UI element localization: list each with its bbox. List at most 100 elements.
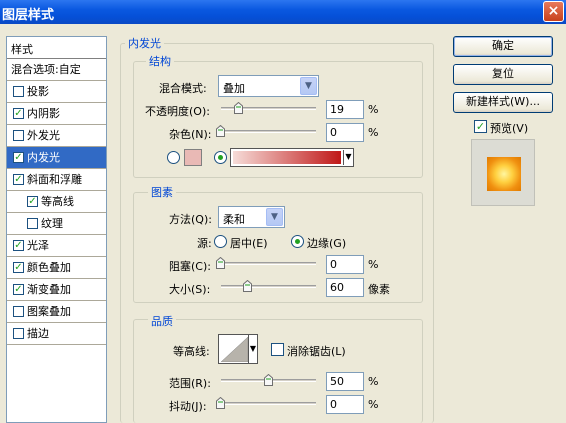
source-edge-label[interactable]: 边缘(G) bbox=[307, 235, 346, 251]
style-item-checkbox[interactable]: ✓ bbox=[13, 152, 24, 163]
close-icon[interactable]: × bbox=[543, 1, 564, 22]
style-item-checkbox[interactable] bbox=[13, 130, 24, 141]
method-value: 柔和 bbox=[223, 213, 245, 226]
style-item-label: 描边 bbox=[27, 327, 49, 340]
choke-slider-thumb[interactable] bbox=[216, 257, 225, 269]
style-item-label: 纹理 bbox=[41, 217, 63, 230]
style-item[interactable]: ✓ 渐变叠加 bbox=[7, 279, 106, 301]
blend-options-label: 混合选项:自定 bbox=[11, 63, 81, 76]
blend-mode-label: 混合模式: bbox=[159, 82, 207, 95]
style-item[interactable]: ✓ 光泽 bbox=[7, 235, 106, 257]
new-style-button[interactable]: 新建样式(W)... bbox=[453, 92, 553, 113]
style-item-checkbox[interactable]: ✓ bbox=[13, 262, 24, 273]
gradient-dropdown-icon[interactable]: ▼ bbox=[343, 150, 353, 165]
style-item-label: 颜色叠加 bbox=[27, 261, 71, 274]
style-item-checkbox[interactable]: ✓ bbox=[13, 240, 24, 251]
style-item[interactable]: ✓ 内阴影 bbox=[7, 103, 106, 125]
noise-slider-track[interactable] bbox=[221, 130, 316, 133]
style-item-checkbox[interactable]: ✓ bbox=[13, 174, 24, 185]
style-item-checkbox[interactable]: ✓ bbox=[27, 196, 38, 207]
style-item[interactable]: 描边 bbox=[7, 323, 106, 345]
range-unit: % bbox=[368, 375, 379, 388]
choke-unit: % bbox=[368, 258, 379, 271]
jitter-slider-thumb[interactable] bbox=[216, 397, 225, 409]
noise-slider-thumb[interactable] bbox=[216, 125, 225, 137]
choke-slider-track[interactable] bbox=[221, 262, 316, 265]
range-label: 范围(R): bbox=[169, 377, 211, 390]
opacity-slider-thumb[interactable] bbox=[234, 102, 243, 114]
contour-preview-icon bbox=[221, 337, 248, 362]
choke-input[interactable]: 0 bbox=[326, 255, 364, 274]
style-item[interactable]: 纹理 bbox=[7, 213, 106, 235]
chevron-down-icon[interactable]: ▼ bbox=[300, 77, 317, 95]
contour-label: 等高线: bbox=[173, 345, 210, 358]
style-item-checkbox[interactable] bbox=[13, 86, 24, 97]
gradient-picker[interactable]: ▼ bbox=[230, 148, 354, 167]
anti-alias-label[interactable]: 消除锯齿(L) bbox=[287, 343, 346, 359]
jitter-unit: % bbox=[368, 398, 379, 411]
size-label: 大小(S): bbox=[169, 283, 211, 296]
style-item-checkbox[interactable]: ✓ bbox=[13, 284, 24, 295]
preview-swatch bbox=[487, 157, 521, 191]
noise-label: 杂色(N): bbox=[169, 128, 212, 141]
style-item-label: 内阴影 bbox=[27, 107, 60, 120]
source-center-radio[interactable] bbox=[214, 235, 227, 248]
jitter-input[interactable]: 0 bbox=[326, 395, 364, 414]
chevron-down-icon[interactable]: ▼ bbox=[266, 208, 283, 226]
style-item[interactable]: 投影 bbox=[7, 81, 106, 103]
range-input[interactable]: 50 bbox=[326, 372, 364, 391]
blend-options-item[interactable]: 混合选项:自定 bbox=[7, 59, 106, 81]
size-slider-track[interactable] bbox=[221, 285, 316, 288]
size-slider-thumb[interactable] bbox=[243, 280, 252, 292]
jitter-slider-track[interactable] bbox=[221, 402, 316, 405]
style-item-label: 图案叠加 bbox=[27, 305, 71, 318]
choke-label: 阻塞(C): bbox=[169, 260, 211, 273]
source-label: 源: bbox=[197, 237, 212, 250]
style-item-label: 斜面和浮雕 bbox=[27, 173, 82, 186]
contour-dropdown-icon[interactable]: ▼ bbox=[248, 335, 257, 363]
gradient-swatch[interactable] bbox=[233, 151, 341, 164]
style-item-checkbox[interactable] bbox=[13, 328, 24, 339]
contour-picker[interactable]: ▼ bbox=[218, 334, 258, 364]
blend-mode-value: 叠加 bbox=[223, 82, 245, 95]
method-label: 方法(Q): bbox=[169, 213, 212, 226]
style-item-checkbox[interactable] bbox=[13, 306, 24, 317]
noise-unit: % bbox=[368, 126, 379, 139]
style-item[interactable]: ✓ 等高线 bbox=[7, 191, 106, 213]
anti-alias-checkbox[interactable] bbox=[271, 343, 284, 356]
window-title: 图层样式 bbox=[2, 8, 55, 23]
size-unit: 像素 bbox=[368, 283, 390, 296]
style-item-checkbox[interactable] bbox=[27, 218, 38, 229]
solid-color-radio[interactable] bbox=[167, 151, 180, 164]
preview-label[interactable]: 预览(V) bbox=[490, 120, 528, 136]
style-item-label: 光泽 bbox=[27, 239, 49, 252]
style-item-checkbox[interactable]: ✓ bbox=[13, 108, 24, 119]
style-item[interactable]: 外发光 bbox=[7, 125, 106, 147]
style-item[interactable]: 图案叠加 bbox=[7, 301, 106, 323]
source-edge-radio[interactable] bbox=[291, 235, 304, 248]
size-input[interactable]: 60 bbox=[326, 278, 364, 297]
noise-input[interactable]: 0 bbox=[326, 123, 364, 142]
quality-title: 品质 bbox=[148, 313, 176, 329]
elements-title: 图素 bbox=[148, 184, 176, 200]
ok-button[interactable]: 确定 bbox=[453, 36, 553, 57]
color-swatch[interactable] bbox=[184, 149, 202, 166]
style-item[interactable]: ✓ 斜面和浮雕 bbox=[7, 169, 106, 191]
gradient-radio[interactable] bbox=[214, 151, 227, 164]
reset-button[interactable]: 复位 bbox=[453, 64, 553, 85]
source-center-label[interactable]: 居中(E) bbox=[230, 235, 268, 251]
style-item[interactable]: ✓ 内发光 bbox=[7, 147, 106, 169]
method-select[interactable]: 柔和 ▼ bbox=[218, 206, 285, 228]
preview-thumbnail bbox=[471, 139, 535, 206]
structure-title: 结构 bbox=[146, 53, 174, 69]
opacity-input[interactable]: 19 bbox=[326, 100, 364, 119]
style-item-label: 外发光 bbox=[27, 129, 60, 142]
style-item[interactable]: ✓ 颜色叠加 bbox=[7, 257, 106, 279]
title-bar: 图层样式 × bbox=[0, 0, 566, 24]
blend-mode-select[interactable]: 叠加 ▼ bbox=[218, 75, 319, 97]
range-slider-thumb[interactable] bbox=[264, 374, 273, 386]
style-list: 样式 混合选项:自定 投影 ✓ 内阴影 外发光 ✓ 内发光 ✓ 斜面和浮雕 ✓ 等高线 纹理 ✓ 光泽 ✓… bbox=[6, 36, 107, 423]
style-item-label: 渐变叠加 bbox=[27, 283, 71, 296]
preview-checkbox[interactable]: ✓ bbox=[474, 120, 487, 133]
style-item-label: 投影 bbox=[27, 85, 49, 98]
